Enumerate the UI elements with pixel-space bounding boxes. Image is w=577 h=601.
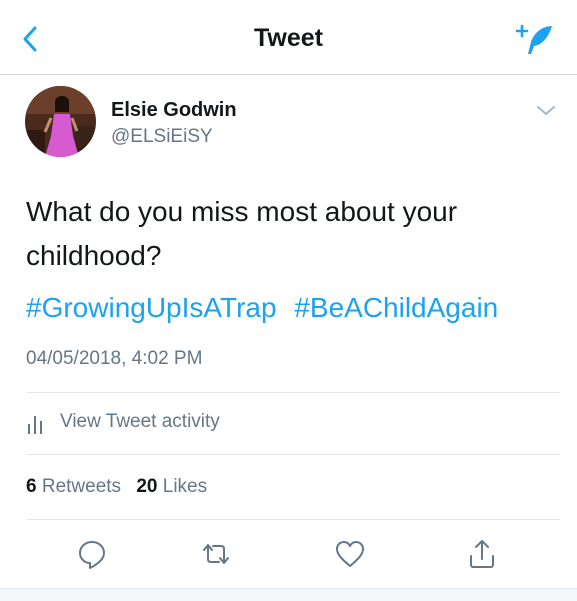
likes-stat[interactable]: 20 Likes [136, 476, 207, 497]
hashtag-list: #GrowingUpIsATrap #BeAChildAgain [26, 286, 498, 330]
like-button[interactable] [334, 538, 366, 570]
reply-icon [79, 541, 105, 569]
divider [26, 454, 560, 455]
page-title: Tweet [254, 24, 323, 52]
avatar[interactable] [25, 86, 96, 157]
divider [26, 392, 560, 393]
retweet-button[interactable] [200, 538, 232, 570]
hashtag-link[interactable]: #GrowingUpIsATrap [26, 292, 277, 323]
chevron-down-icon [537, 106, 555, 115]
hashtag-link[interactable]: #BeAChildAgain [294, 292, 498, 323]
retweets-stat[interactable]: 6 Retweets [26, 476, 121, 497]
like-icon [336, 541, 364, 567]
share-button[interactable] [466, 538, 498, 570]
retweets-label: Retweets [41, 476, 122, 497]
tweet-timestamp: 04/05/2018, 4:02 PM [26, 348, 203, 369]
reply-button[interactable] [76, 538, 108, 570]
divider [26, 519, 560, 520]
bar-chart-icon [28, 416, 42, 434]
view-tweet-activity-button[interactable]: View Tweet activity [26, 405, 560, 445]
tweet-text: What do you miss most about your childho… [26, 196, 458, 271]
tweet-stats: 6 Retweets 20 Likes [26, 476, 207, 498]
retweets-count: 6 [26, 476, 37, 497]
view-tweet-activity-label: View Tweet activity [60, 411, 220, 432]
likes-count: 20 [136, 476, 158, 497]
share-icon [470, 540, 494, 568]
retweet-icon [203, 544, 229, 564]
bottom-separator [0, 588, 577, 601]
avatar-photo [25, 86, 96, 157]
author-handle[interactable]: @ELSiEiSY [111, 126, 213, 148]
navigation-bar: Tweet [0, 0, 577, 75]
compose-tweet-button[interactable] [514, 20, 554, 60]
likes-label: Likes [162, 476, 208, 497]
author-name[interactable]: Elsie Godwin [111, 99, 237, 122]
tweet-menu-button[interactable] [532, 101, 560, 121]
compose-tweet-icon [515, 24, 552, 54]
